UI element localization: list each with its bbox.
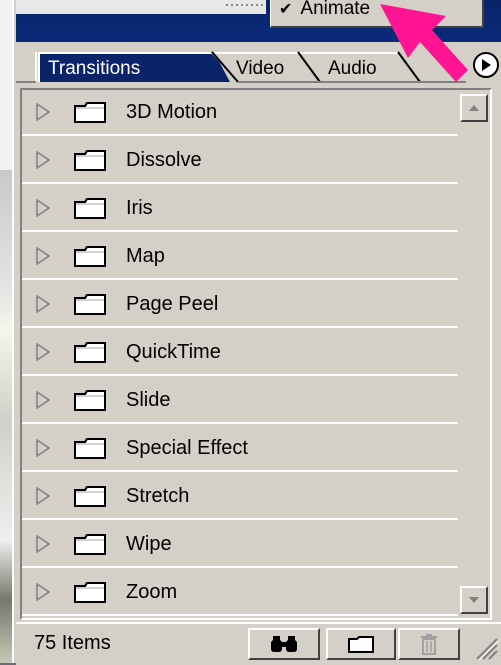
tab-video[interactable]: Video: [214, 52, 314, 82]
list-item[interactable]: 3D Motion: [22, 90, 458, 136]
disclosure-triangle-icon[interactable]: [36, 103, 50, 121]
folder-icon: [74, 438, 106, 459]
list-item-label: Stretch: [126, 484, 190, 507]
disclosure-triangle-icon[interactable]: [36, 295, 50, 313]
list-item-label: Zoom: [126, 580, 178, 603]
list-item[interactable]: Dissolve: [22, 138, 458, 184]
menu-item-animate[interactable]: ✔ Animate: [279, 0, 370, 20]
play-arrow-icon: [482, 59, 491, 71]
folder-icon: [74, 342, 106, 363]
find-button[interactable]: [248, 628, 320, 660]
delete-button[interactable]: [398, 628, 460, 660]
resize-grip-icon[interactable]: [475, 637, 499, 661]
disclosure-triangle-icon[interactable]: [36, 199, 50, 217]
disclosure-triangle-icon[interactable]: [36, 583, 50, 601]
trash-icon: [421, 634, 437, 655]
list-item-label: Special Effect: [126, 436, 248, 459]
transitions-palette: ✔ Animate Transitions Video Audio 3D Mot…: [12, 0, 501, 665]
list-item[interactable]: Map: [22, 234, 458, 280]
disclosure-triangle-icon[interactable]: [36, 343, 50, 361]
list-item-label: Wipe: [126, 532, 172, 555]
folder-icon: [74, 102, 106, 123]
folder-icon: [74, 390, 106, 411]
list-item[interactable]: Slide: [22, 378, 458, 424]
disclosure-triangle-icon[interactable]: [36, 391, 50, 409]
background-window-edge: [0, 0, 12, 663]
tab-label: Transitions: [48, 58, 141, 79]
folder-icon: [74, 198, 106, 219]
folder-icon: [74, 582, 106, 603]
list-item[interactable]: Wipe: [22, 522, 458, 568]
folder-icon: [74, 534, 106, 555]
checkmark-icon: ✔: [279, 1, 293, 18]
scroll-up-button[interactable]: [460, 94, 488, 122]
new-bin-button[interactable]: [326, 628, 396, 660]
tab-label: Video: [236, 58, 285, 79]
arrow-down-icon: [469, 597, 479, 603]
title-bar-light-strip: [16, 0, 266, 14]
list-item[interactable]: Stretch: [22, 474, 458, 520]
folder-icon: [348, 636, 374, 653]
list-item-label: Map: [126, 244, 165, 267]
tab-transitions[interactable]: Transitions: [38, 52, 238, 82]
list-item[interactable]: Page Peel: [22, 282, 458, 328]
tab-label: Audio: [328, 58, 377, 79]
palette-menu-button[interactable]: [473, 52, 499, 78]
list-item-label: Slide: [126, 388, 171, 411]
list-item-label: QuickTime: [126, 340, 221, 363]
annotation-arrow-icon: [380, 4, 468, 82]
list-item[interactable]: QuickTime: [22, 330, 458, 376]
folder-icon: [74, 246, 106, 267]
scroll-down-button[interactable]: [460, 586, 488, 614]
folder-icon: [74, 150, 106, 171]
list-item-label: Page Peel: [126, 292, 219, 315]
list-item[interactable]: Iris: [22, 186, 458, 232]
binoculars-icon: [271, 636, 297, 652]
disclosure-triangle-icon[interactable]: [36, 535, 50, 553]
status-bar: 75 Items: [16, 622, 501, 665]
vertical-scrollbar[interactable]: [458, 90, 490, 618]
list-item[interactable]: Special Effect: [22, 426, 458, 472]
transitions-list-frame: 3D Motion Dissolve Iris Map Page Peel QuickTi…: [20, 88, 492, 620]
item-count: 75 Items: [34, 632, 111, 654]
list-item[interactable]: Zoom: [22, 570, 458, 616]
folder-icon: [74, 294, 106, 315]
arrow-up-icon: [469, 105, 479, 111]
list-item-label: Iris: [126, 196, 153, 219]
disclosure-triangle-icon[interactable]: [36, 247, 50, 265]
disclosure-triangle-icon[interactable]: [36, 151, 50, 169]
menu-item-label: Animate: [300, 0, 371, 19]
list-item-label: 3D Motion: [126, 100, 218, 123]
list-item-label: Dissolve: [126, 148, 202, 171]
transitions-list: 3D Motion Dissolve Iris Map Page Peel QuickTi…: [22, 90, 458, 618]
folder-icon: [74, 486, 106, 507]
disclosure-triangle-icon[interactable]: [36, 487, 50, 505]
disclosure-triangle-icon[interactable]: [36, 439, 50, 457]
